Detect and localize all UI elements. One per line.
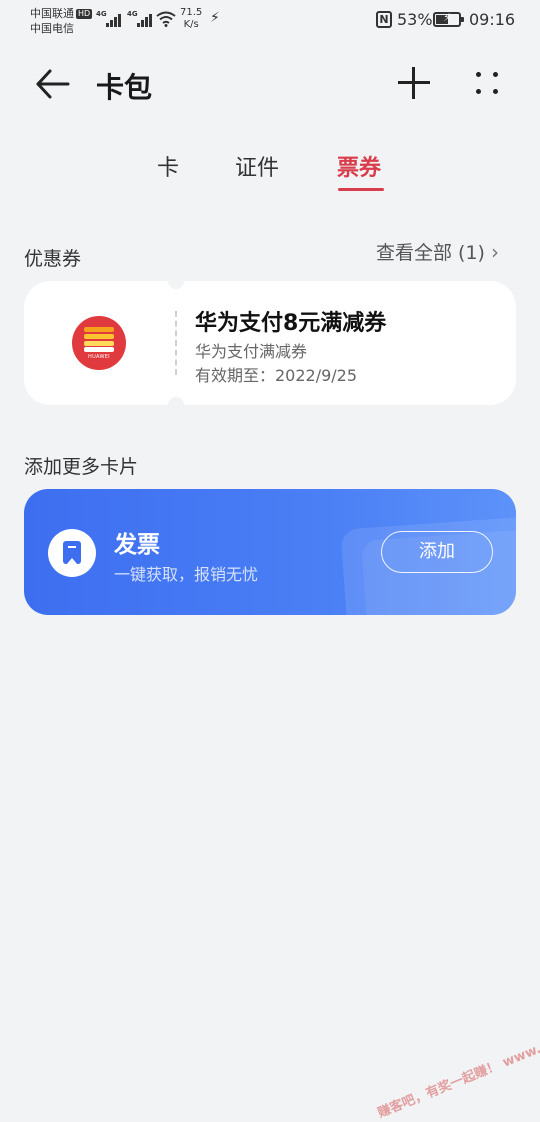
hd-badge: HD — [76, 9, 93, 19]
tab-bar: 卡 证件 票券 — [0, 150, 540, 200]
plus-icon[interactable] — [393, 62, 435, 104]
watermark: 赚客吧，有奖一起赚！ www.zuanke8.com — [375, 1005, 540, 1122]
coupon-notch-bottom — [168, 397, 184, 413]
lightning-icon: ⚡ — [210, 10, 220, 26]
battery-icon: ⚡ — [433, 11, 464, 27]
add-invoice-button[interactable]: 添加 — [381, 531, 493, 573]
battery-percent: 53% — [397, 10, 433, 29]
coupon-subtitle: 华为支付满减券 — [195, 342, 308, 361]
active-tab-indicator — [338, 188, 384, 191]
logo-text: HUAWEI — [88, 354, 110, 360]
coupon-title: 华为支付8元满减券 — [195, 311, 387, 336]
carrier-2: 中国电信 — [30, 22, 74, 35]
arrow-left-icon[interactable] — [30, 62, 74, 106]
view-all-link[interactable]: 查看全部 (1) › — [376, 238, 499, 265]
more-dots-icon[interactable] — [470, 66, 504, 100]
coupon-card[interactable]: HUAWEI 华为支付8元满减券 华为支付满减券 有效期至：2022/9/25 — [24, 273, 516, 413]
view-all-label: 查看全部 (1) — [376, 242, 485, 264]
coupon-divider — [175, 311, 177, 375]
carrier-info: 中国联通 HD 中国电信 — [30, 6, 93, 36]
network-speed: 71.5 K/s — [180, 7, 203, 30]
invoice-title: 发票 — [114, 532, 160, 558]
invoice-subtitle: 一键获取，报销无忧 — [114, 565, 259, 584]
coupon-expiry: 有效期至：2022/9/25 — [195, 366, 358, 385]
charging-icon: ⚡ — [443, 11, 451, 24]
huawei-pay-logo: HUAWEI — [72, 316, 126, 370]
bookmark-icon — [48, 529, 96, 577]
clock: 09:16 — [469, 10, 516, 29]
page-title: 卡包 — [96, 71, 153, 104]
status-bar: 中国联通 HD 中国电信 4G 4G 71.5 K/s ⚡ N 53% ⚡ 09:… — [30, 6, 516, 36]
tab-cards[interactable]: 卡 — [157, 150, 179, 182]
coupon-notch-top — [168, 273, 184, 289]
carrier-1: 中国联通 — [30, 7, 74, 20]
coupons-section-title: 优惠券 — [24, 248, 82, 270]
wifi-icon — [156, 11, 176, 27]
tab-tickets[interactable]: 票券 — [337, 150, 381, 182]
tab-certificates[interactable]: 证件 — [235, 150, 279, 182]
chevron-right-icon: › — [490, 240, 499, 264]
nfc-icon: N — [376, 11, 392, 28]
invoice-card[interactable]: 发票 一键获取，报销无忧 添加 — [24, 489, 516, 615]
add-more-section-title: 添加更多卡片 — [24, 456, 139, 478]
